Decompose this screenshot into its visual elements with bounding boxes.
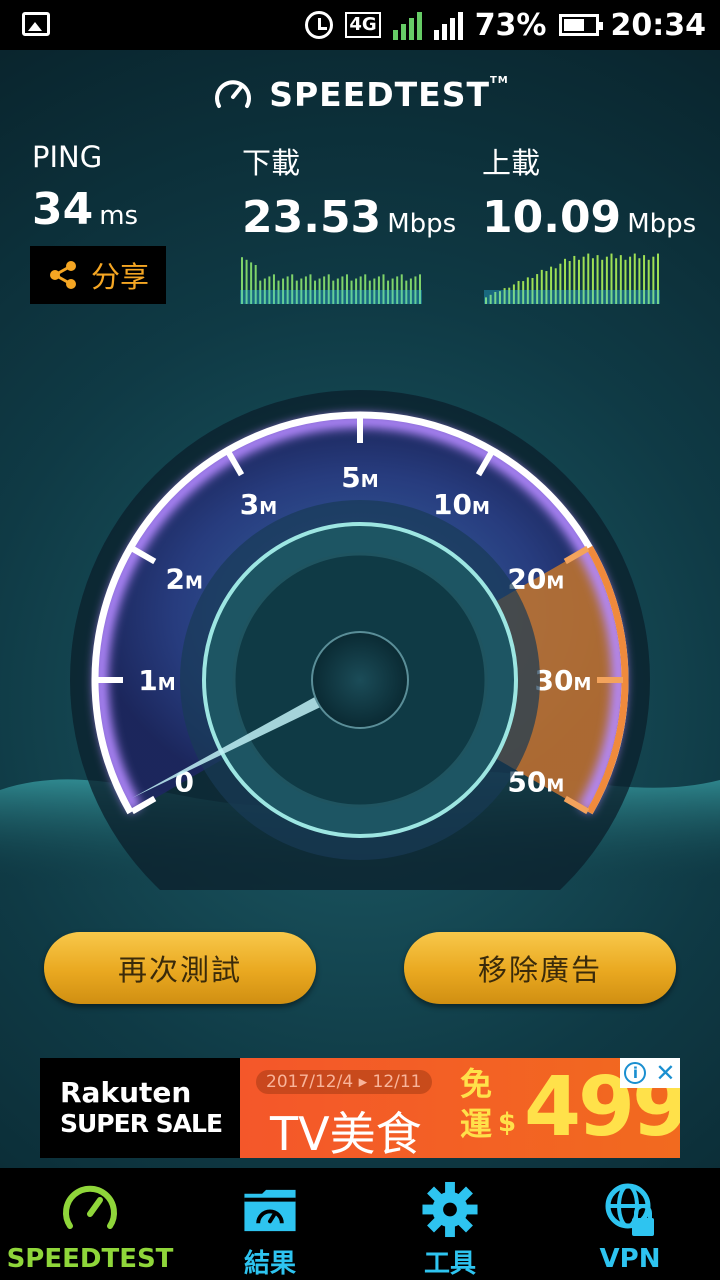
- clock: 20:34: [610, 7, 707, 43]
- gauge-hub: [311, 631, 409, 729]
- gear-icon: [422, 1181, 478, 1238]
- download-label: 下載: [242, 146, 301, 180]
- upload-sparkline: [484, 253, 660, 304]
- nav-speedtest[interactable]: SPEEDTEST: [0, 1168, 180, 1280]
- download-value: 23.53: [242, 192, 382, 243]
- remove-ads-button[interactable]: 移除廣告: [404, 932, 676, 1004]
- ad-close-icon[interactable]: ✕: [655, 1061, 675, 1085]
- speedtest-logo-icon: [215, 80, 252, 108]
- speedometer-icon: [63, 1185, 117, 1229]
- retest-button[interactable]: 再次測試: [44, 932, 316, 1004]
- ping-unit: ms: [99, 201, 139, 231]
- battery-icon: [558, 14, 603, 36]
- download-stat: 下載 23.53 Mbps: [242, 140, 456, 243]
- ad-promo-panel: 2017/12/4 ▸ 12/11 TV美食 免運 $ 499 i ✕: [240, 1058, 680, 1158]
- upload-value: 10.09: [482, 192, 622, 243]
- nav-results-label: 結果: [243, 1249, 296, 1279]
- share-label: 分享: [90, 260, 149, 294]
- nav-speedtest-label: SPEEDTEST: [6, 1244, 174, 1274]
- upload-label: 上載: [482, 146, 541, 180]
- download-unit: Mbps: [387, 209, 457, 239]
- alarm-icon: [305, 11, 334, 39]
- ad-brand-panel: Rakuten SUPER SALE: [40, 1058, 240, 1158]
- image-notification-icon: [22, 12, 50, 36]
- ad-brand: Rakuten: [60, 1076, 192, 1109]
- results-folder-icon: [244, 1189, 296, 1232]
- ping-stat: PING 34 ms: [32, 140, 138, 235]
- ad-sale-label: SUPER SALE: [60, 1109, 223, 1138]
- bottom-navigation: SPEEDTEST 結果 工具 VPN: [0, 1168, 720, 1280]
- nav-vpn-label: VPN: [599, 1244, 661, 1274]
- sparkline-base: [484, 290, 660, 304]
- status-bar: 4G 73% 20:34: [0, 0, 720, 50]
- download-sparkline: [240, 257, 422, 304]
- battery-percent: 73%: [474, 7, 547, 43]
- upload-unit: Mbps: [627, 209, 697, 239]
- status-bar-right: 4G 73% 20:34: [305, 0, 706, 50]
- speed-gauge: 01M2M3M5M10M20M30M50M: [0, 390, 720, 890]
- nav-tools-label: 工具: [423, 1249, 476, 1279]
- ad-title: TV美食: [270, 1107, 422, 1158]
- nav-tools[interactable]: 工具: [360, 1168, 540, 1280]
- app-header: SPEEDTESTTM: [0, 72, 720, 116]
- share-button[interactable]: 分享: [30, 246, 166, 304]
- ad-date: 2017/12/4 ▸ 12/11: [256, 1070, 432, 1094]
- gear-hole: [443, 1202, 457, 1217]
- ad-free-shipping: 免運: [460, 1065, 493, 1143]
- signal-sim1-icon: [392, 10, 422, 40]
- ad-currency: $: [498, 1108, 517, 1138]
- nav-results[interactable]: 結果: [180, 1168, 360, 1280]
- network-type-badge: 4G: [345, 12, 381, 38]
- ad-info-icon[interactable]: i: [624, 1062, 647, 1084]
- ad-banner[interactable]: Rakuten SUPER SALE 2017/12/4 ▸ 12/11 TV美…: [40, 1058, 680, 1158]
- app-title: SPEEDTESTTM: [269, 74, 509, 114]
- globe-lock-icon: [605, 1183, 654, 1236]
- ping-value: 34: [32, 184, 94, 235]
- share-icon: [49, 261, 76, 289]
- sparkline-base: [240, 290, 422, 304]
- signal-sim2-icon: [433, 10, 463, 40]
- ad-choices[interactable]: i ✕: [620, 1058, 680, 1088]
- ping-label: PING: [32, 140, 103, 174]
- nav-vpn[interactable]: VPN: [540, 1168, 720, 1280]
- upload-stat: 上載 10.09 Mbps: [482, 140, 696, 243]
